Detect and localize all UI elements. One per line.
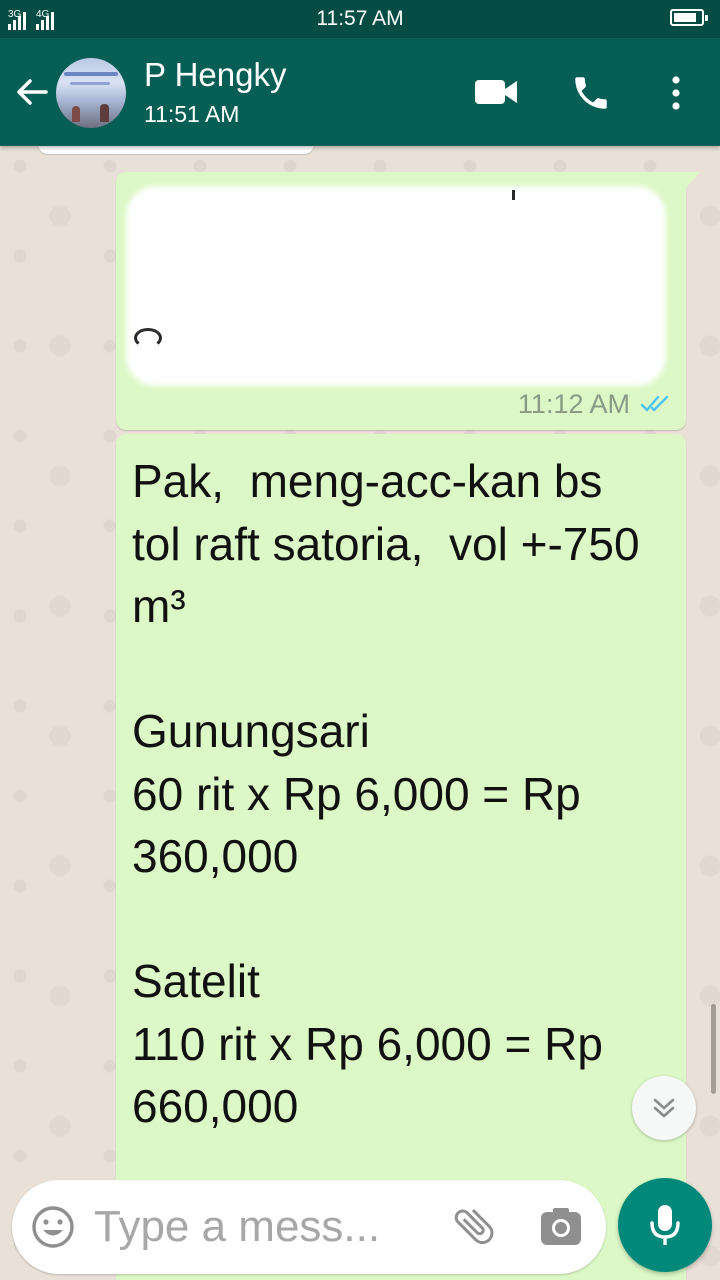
chat-area[interactable]: 11:12 AM Pak, meng-acc-kan bs tol raft s… — [0, 146, 720, 1280]
battery-level — [674, 13, 696, 22]
redaction-remnant — [134, 328, 162, 348]
status-bar: 3G 4G 11:57 AM — [0, 0, 720, 38]
message-bubble-outgoing[interactable]: Pak, meng-acc-kan bs tol raft satoria, v… — [116, 434, 686, 1280]
video-camera-icon[interactable] — [474, 78, 518, 106]
more-vertical-icon[interactable] — [666, 74, 686, 112]
scrollbar[interactable] — [711, 1004, 716, 1094]
message-composer — [12, 1180, 606, 1274]
scroll-to-bottom-button[interactable] — [632, 1076, 696, 1140]
message-time: 11:12 AM — [517, 389, 630, 419]
battery-icon — [670, 9, 708, 26]
previous-message-bubble[interactable] — [38, 146, 314, 154]
arrow-left-icon[interactable] — [14, 74, 50, 110]
last-seen[interactable]: 11:51 AM — [144, 100, 239, 128]
chevron-double-down-icon — [653, 1098, 675, 1118]
double-check-icon — [640, 395, 669, 412]
emoji-icon[interactable] — [30, 1204, 76, 1250]
redaction-remnant — [512, 190, 515, 200]
paperclip-icon[interactable] — [450, 1202, 498, 1250]
microphone-icon — [650, 1205, 680, 1245]
chat-header: P Hengky 11:51 AM — [0, 38, 720, 146]
phone-icon[interactable] — [570, 72, 612, 114]
avatar[interactable] — [56, 58, 126, 128]
message-text: Pak, meng-acc-kan bs tol raft satoria, v… — [132, 455, 640, 1132]
contact-name[interactable]: P Hengky — [144, 56, 286, 94]
redacted-content — [126, 186, 666, 386]
status-time: 11:57 AM — [316, 7, 404, 30]
message-bubble-outgoing[interactable]: 11:12 AM — [116, 172, 700, 430]
message-input[interactable] — [94, 1194, 424, 1260]
microphone-button[interactable] — [618, 1178, 712, 1272]
camera-icon[interactable] — [540, 1206, 582, 1246]
